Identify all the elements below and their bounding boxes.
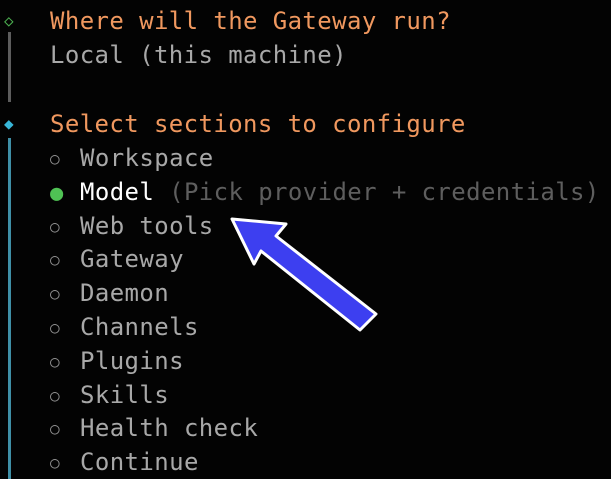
annotation-arrow-icon bbox=[230, 217, 378, 332]
terminal-window: ◇ ◆ Where will the Gateway run? Local (t… bbox=[0, 0, 611, 479]
